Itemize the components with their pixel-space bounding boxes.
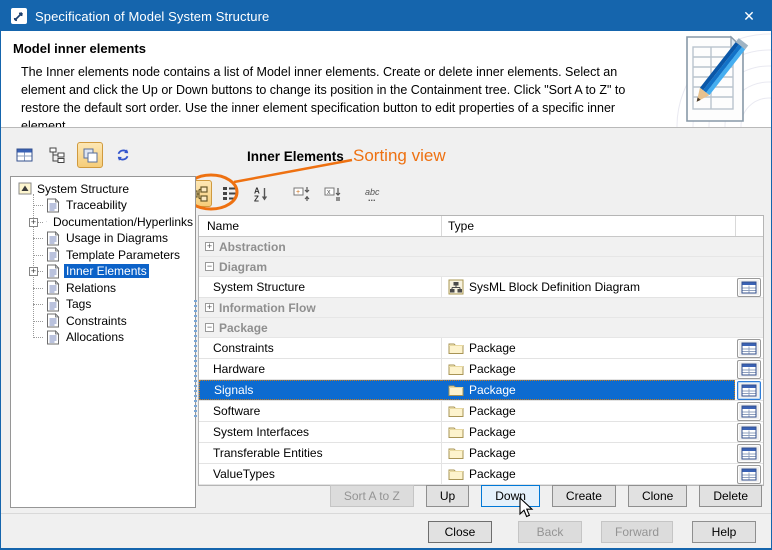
tree-item-allocations[interactable]: Allocations xyxy=(33,329,195,346)
table-row-system-interfaces[interactable]: System Interfaces Package xyxy=(199,422,763,443)
open-specification-button[interactable] xyxy=(737,444,761,463)
svg-text:+: + xyxy=(296,189,300,196)
create-button[interactable]: Create xyxy=(552,485,616,507)
specification-dialog: Specification of Model System Structure … xyxy=(0,0,772,550)
open-specification-button[interactable] xyxy=(737,381,761,400)
group-row-abstraction[interactable]: +Abstraction xyxy=(199,237,763,257)
folder-icon xyxy=(448,341,464,355)
open-specification-button[interactable] xyxy=(737,465,761,484)
svg-text:x: x xyxy=(327,189,331,196)
tree-item-inner-elements[interactable]: +Inner Elements xyxy=(33,263,195,280)
tree-item-tags[interactable]: Tags xyxy=(33,296,195,313)
document-pencil-icon xyxy=(661,31,771,128)
folder-icon xyxy=(448,362,464,376)
folder-icon xyxy=(448,446,464,460)
table-row-hardware[interactable]: Hardware Package xyxy=(199,359,763,380)
banner-description: The Inner elements node contains a list … xyxy=(21,63,653,128)
tree-panel-toolbar xyxy=(11,142,136,168)
collapse-icon[interactable]: − xyxy=(205,323,214,332)
svg-text:...: ... xyxy=(368,193,376,202)
annotation-label: Sorting view xyxy=(353,146,446,166)
open-specification-button[interactable] xyxy=(737,339,761,358)
tree-item-documentation[interactable]: +Documentation/Hyperlinks xyxy=(33,214,195,231)
column-header-type[interactable]: Type xyxy=(441,216,735,236)
banner: Model inner elements The Inner elements … xyxy=(1,31,771,128)
open-specification-button[interactable] xyxy=(737,360,761,379)
column-header-name[interactable]: Name xyxy=(199,219,441,233)
tree-item-traceability[interactable]: Traceability xyxy=(33,197,195,214)
down-button[interactable]: Down xyxy=(481,485,540,507)
svg-text:Z: Z xyxy=(254,194,259,202)
window-title: Specification of Model System Structure xyxy=(35,9,269,24)
forward-button[interactable]: Forward xyxy=(601,521,673,543)
clone-button[interactable]: Clone xyxy=(628,485,687,507)
open-specification-button[interactable] xyxy=(737,402,761,421)
folder-icon xyxy=(448,425,464,439)
table-row-valuetypes[interactable]: ValueTypes Package xyxy=(199,464,763,485)
collapse-all-icon[interactable]: x xyxy=(319,180,346,207)
tree-root[interactable]: System Structure xyxy=(16,180,195,197)
tree-item-usage-in-diagrams[interactable]: Usage in Diagrams xyxy=(33,230,195,247)
open-specification-button[interactable] xyxy=(737,423,761,442)
expand-all-icon[interactable]: + xyxy=(288,180,315,207)
table-row-constraints[interactable]: Constraints Package xyxy=(199,338,763,359)
inner-elements-toolbar: A Z + x abc ... xyxy=(185,180,387,207)
containment-tree: System Structure Traceability +Documenta… xyxy=(10,176,196,508)
abc-icon[interactable]: abc ... xyxy=(360,180,387,207)
title-bar[interactable]: Specification of Model System Structure … xyxy=(1,1,771,31)
root-node-icon xyxy=(18,182,32,195)
tree-item-relations[interactable]: Relations xyxy=(33,280,195,297)
table-view-icon[interactable] xyxy=(11,142,37,168)
expand-icon[interactable]: + xyxy=(205,303,214,312)
list-view-icon[interactable] xyxy=(216,180,243,207)
dialog-footer: Close Back Forward Help xyxy=(1,513,771,549)
tree-view-icon[interactable] xyxy=(44,142,70,168)
dialog-content: Inner Elements A Z + xyxy=(1,128,771,513)
group-row-diagram[interactable]: −Diagram xyxy=(199,257,763,277)
expander-icon[interactable]: + xyxy=(29,267,38,276)
folder-icon xyxy=(448,467,464,481)
bdd-diagram-icon xyxy=(448,279,464,295)
back-button[interactable]: Back xyxy=(518,521,582,543)
table-row-signals[interactable]: Signals Package xyxy=(199,380,763,401)
panel-splitter[interactable] xyxy=(194,300,197,418)
open-specification-button[interactable] xyxy=(737,278,761,297)
delete-button[interactable]: Delete xyxy=(699,485,762,507)
tree-item-template-parameters[interactable]: Template Parameters xyxy=(33,247,195,264)
table-row-software[interactable]: Software Package xyxy=(199,401,763,422)
close-icon[interactable]: ✕ xyxy=(737,8,761,25)
help-button[interactable]: Help xyxy=(692,521,756,543)
folder-icon xyxy=(448,404,464,418)
close-button[interactable]: Close xyxy=(428,521,492,543)
banner-heading: Model inner elements xyxy=(13,41,771,56)
sort-a-to-z-button[interactable]: Sort A to Z xyxy=(330,485,414,507)
table-header: Name Type xyxy=(199,216,763,237)
collapse-icon[interactable]: − xyxy=(205,262,214,271)
expander-icon[interactable]: + xyxy=(29,218,38,227)
expand-icon[interactable]: + xyxy=(205,242,214,251)
inner-elements-table: Name Type +Abstraction −Diagram System S… xyxy=(198,215,764,486)
table-action-buttons: Sort A to Z Up Down Create Clone Delete xyxy=(330,485,762,507)
table-row-transferable-entities[interactable]: Transferable Entities Package xyxy=(199,443,763,464)
dialog-icon xyxy=(11,8,27,24)
group-row-information-flow[interactable]: +Information Flow xyxy=(199,298,763,318)
refresh-icon[interactable] xyxy=(110,142,136,168)
panel-title: Inner Elements xyxy=(247,149,344,164)
up-button[interactable]: Up xyxy=(426,485,469,507)
sort-az-icon[interactable]: A Z xyxy=(247,180,274,207)
folder-icon xyxy=(448,383,464,397)
stack-view-icon[interactable] xyxy=(77,142,103,168)
table-row-system-structure[interactable]: System Structure SysML Block Definition … xyxy=(199,277,763,298)
group-row-package[interactable]: −Package xyxy=(199,318,763,338)
tree-item-constraints[interactable]: Constraints xyxy=(33,313,195,330)
